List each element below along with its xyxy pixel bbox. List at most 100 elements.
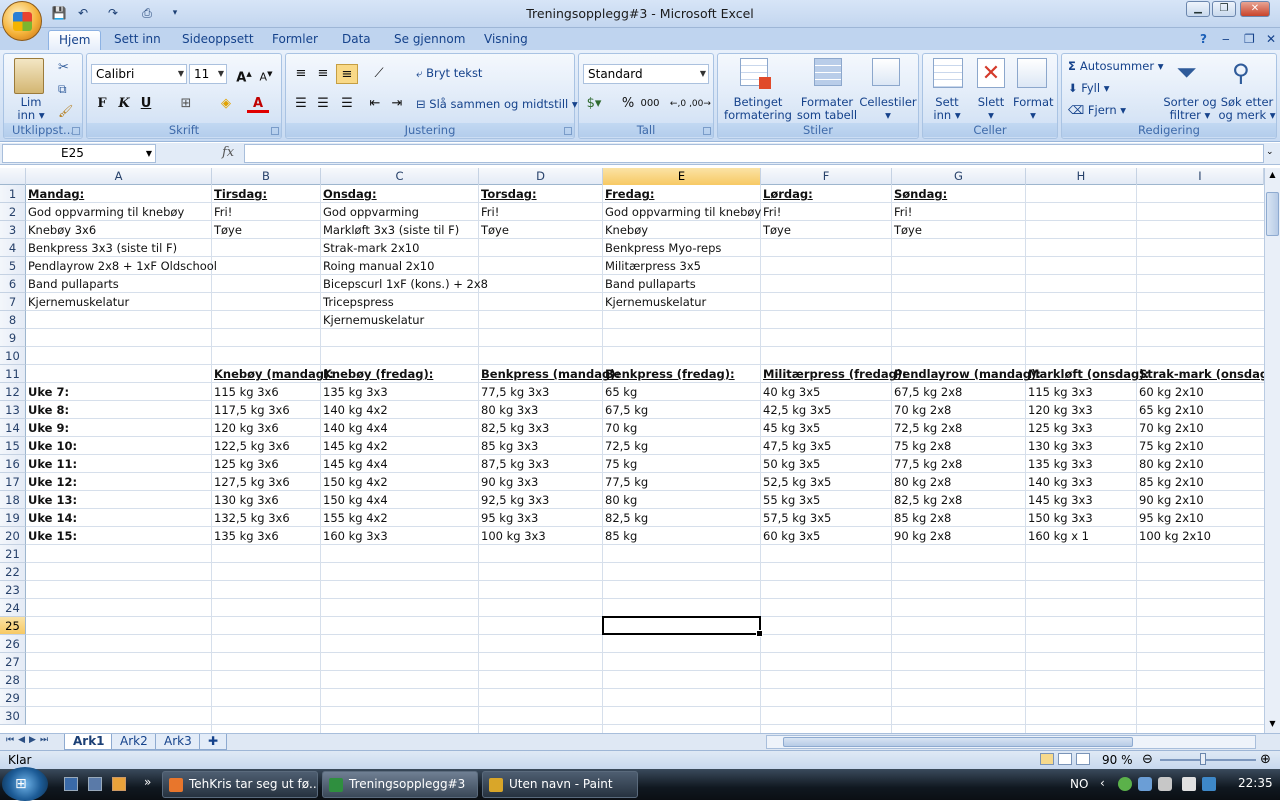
cell-f12[interactable]: 40 kg 3x5 [761, 383, 820, 401]
media-player-icon[interactable] [112, 777, 126, 791]
tab-hjem[interactable]: Hjem [48, 30, 102, 50]
insert-cells-icon[interactable] [933, 58, 963, 88]
cell-b1[interactable]: Tirsdag: [212, 185, 267, 203]
cell-f17[interactable]: 52,5 kg 3x5 [761, 473, 831, 491]
decrease-indent-icon[interactable]: ⇤ [364, 94, 386, 114]
zoom-level[interactable]: 90 % [1102, 753, 1133, 767]
cell-b16[interactable]: 125 kg 3x6 [212, 455, 279, 473]
cell-i20[interactable]: 100 kg 2x10 [1137, 527, 1211, 545]
cell-e2[interactable]: God oppvarming til knebøy [603, 203, 761, 221]
cell-e14[interactable]: 70 kg [603, 419, 637, 437]
row-header-27[interactable]: 27 [0, 653, 26, 671]
format-cells-icon[interactable] [1017, 58, 1047, 88]
expand-formula-icon[interactable]: ⌄ [1266, 147, 1274, 157]
select-all-corner[interactable] [0, 168, 26, 185]
cell-d18[interactable]: 92,5 kg 3x3 [479, 491, 549, 509]
cell-c18[interactable]: 150 kg 4x4 [321, 491, 388, 509]
cell-c16[interactable]: 145 kg 4x4 [321, 455, 388, 473]
cell-g20[interactable]: 90 kg 2x8 [892, 527, 951, 545]
row-header-28[interactable]: 28 [0, 671, 26, 689]
tab-formler[interactable]: Formler [262, 30, 328, 50]
sheet-tab-ark3[interactable]: Ark3 [155, 734, 201, 750]
cell-a15[interactable]: Uke 10: [26, 437, 77, 455]
tab-sideoppsett[interactable]: Sideoppsett [172, 30, 264, 50]
device-tray-icon[interactable] [1158, 777, 1172, 791]
column-header-c[interactable]: C [321, 168, 479, 185]
cell-g16[interactable]: 77,5 kg 2x8 [892, 455, 962, 473]
paste-button[interactable]: Lim inn ▾ [8, 96, 54, 122]
autosum-button[interactable]: Σ Autosummer ▾ [1068, 60, 1163, 73]
cell-d17[interactable]: 90 kg 3x3 [479, 473, 538, 491]
cell-a17[interactable]: Uke 12: [26, 473, 77, 491]
sort-filter-icon[interactable]: ⏷ [1176, 58, 1197, 88]
cell-e5[interactable]: Militærpress 3x5 [603, 257, 701, 275]
vertical-scrollbar[interactable]: ▲ ▼ [1264, 168, 1280, 733]
cell-e18[interactable]: 80 kg [603, 491, 637, 509]
row-header-1[interactable]: 1 [0, 185, 26, 203]
cell-h13[interactable]: 120 kg 3x3 [1026, 401, 1093, 419]
cell-i11[interactable]: Strak-mark (onsdag): [1137, 365, 1264, 383]
row-header-14[interactable]: 14 [0, 419, 26, 437]
row-header-11[interactable]: 11 [0, 365, 26, 383]
wrap-text-button[interactable]: ⤶ Bryt tekst [416, 67, 482, 80]
cell-g13[interactable]: 70 kg 2x8 [892, 401, 951, 419]
row-header-29[interactable]: 29 [0, 689, 26, 707]
security-tray-icon[interactable] [1202, 777, 1216, 791]
cell-d1[interactable]: Torsdag: [479, 185, 537, 203]
tab-visning[interactable]: Visning [474, 30, 538, 50]
cell-c2[interactable]: God oppvarming [321, 203, 419, 221]
clock[interactable]: 22:35 [1238, 776, 1273, 790]
underline-button[interactable]: U [135, 94, 157, 114]
orientation-icon[interactable]: ⟋ [368, 64, 390, 84]
cell-f11[interactable]: Militærpress (fredag): [761, 365, 907, 383]
cell-b11[interactable]: Knebøy (mandag): [212, 365, 334, 383]
cell-f19[interactable]: 57,5 kg 3x5 [761, 509, 831, 527]
borders-icon[interactable]: ⊞ [175, 94, 197, 114]
column-header-i[interactable]: I [1137, 168, 1264, 185]
network-tray-icon[interactable] [1118, 777, 1132, 791]
cell-b12[interactable]: 115 kg 3x6 [212, 383, 279, 401]
alignment-launcher-icon[interactable] [564, 127, 572, 135]
column-header-e[interactable]: E [603, 168, 761, 185]
paste-icon[interactable] [14, 58, 44, 94]
italic-button[interactable]: K [113, 94, 135, 114]
zoom-out-icon[interactable]: ⊖ [1142, 752, 1153, 767]
cell-e6[interactable]: Band pullaparts [603, 275, 696, 293]
maximize-button[interactable]: ❐ [1212, 1, 1236, 17]
cell-a2[interactable]: God oppvarming til knebøy [26, 203, 184, 221]
row-header-19[interactable]: 19 [0, 509, 26, 527]
increase-indent-icon[interactable]: ⇥ [386, 94, 408, 114]
column-header-b[interactable]: B [212, 168, 321, 185]
cell-e11[interactable]: Benkpress (fredag): [603, 365, 735, 383]
row-header-13[interactable]: 13 [0, 401, 26, 419]
cell-h15[interactable]: 130 kg 3x3 [1026, 437, 1093, 455]
row-header-8[interactable]: 8 [0, 311, 26, 329]
cell-f2[interactable]: Fri! [761, 203, 781, 221]
cell-b3[interactable]: Tøye [212, 221, 242, 239]
shrink-font-icon[interactable]: A▼ [255, 64, 277, 84]
cell-d11[interactable]: Benkpress (mandag): [479, 365, 620, 383]
grow-font-icon[interactable]: A▲ [233, 64, 255, 85]
cell-c5[interactable]: Roing manual 2x10 [321, 257, 434, 275]
row-header-10[interactable]: 10 [0, 347, 26, 365]
find-select-icon[interactable]: ⚲ [1232, 58, 1250, 88]
cell-b14[interactable]: 120 kg 3x6 [212, 419, 279, 437]
cut-icon[interactable]: ✂ [58, 60, 69, 75]
doc-close-icon[interactable]: ✕ [1256, 30, 1280, 50]
cell-e19[interactable]: 82,5 kg [603, 509, 648, 527]
cell-a13[interactable]: Uke 8: [26, 401, 69, 419]
cell-i18[interactable]: 90 kg 2x10 [1137, 491, 1204, 509]
cell-c12[interactable]: 135 kg 3x3 [321, 383, 388, 401]
cell-g14[interactable]: 72,5 kg 2x8 [892, 419, 962, 437]
cell-c1[interactable]: Onsdag: [321, 185, 377, 203]
row-header-18[interactable]: 18 [0, 491, 26, 509]
number-launcher-icon[interactable] [703, 127, 711, 135]
cell-b20[interactable]: 135 kg 3x6 [212, 527, 279, 545]
delete-cells-button[interactable]: Slett ▾ [971, 96, 1011, 122]
align-middle-icon[interactable]: ≡ [312, 64, 334, 84]
insert-cells-button[interactable]: Sett inn ▾ [927, 96, 967, 122]
cell-d13[interactable]: 80 kg 3x3 [479, 401, 538, 419]
cell-c19[interactable]: 155 kg 4x2 [321, 509, 388, 527]
show-desktop-icon[interactable] [64, 777, 78, 791]
cell-h12[interactable]: 115 kg 3x3 [1026, 383, 1093, 401]
